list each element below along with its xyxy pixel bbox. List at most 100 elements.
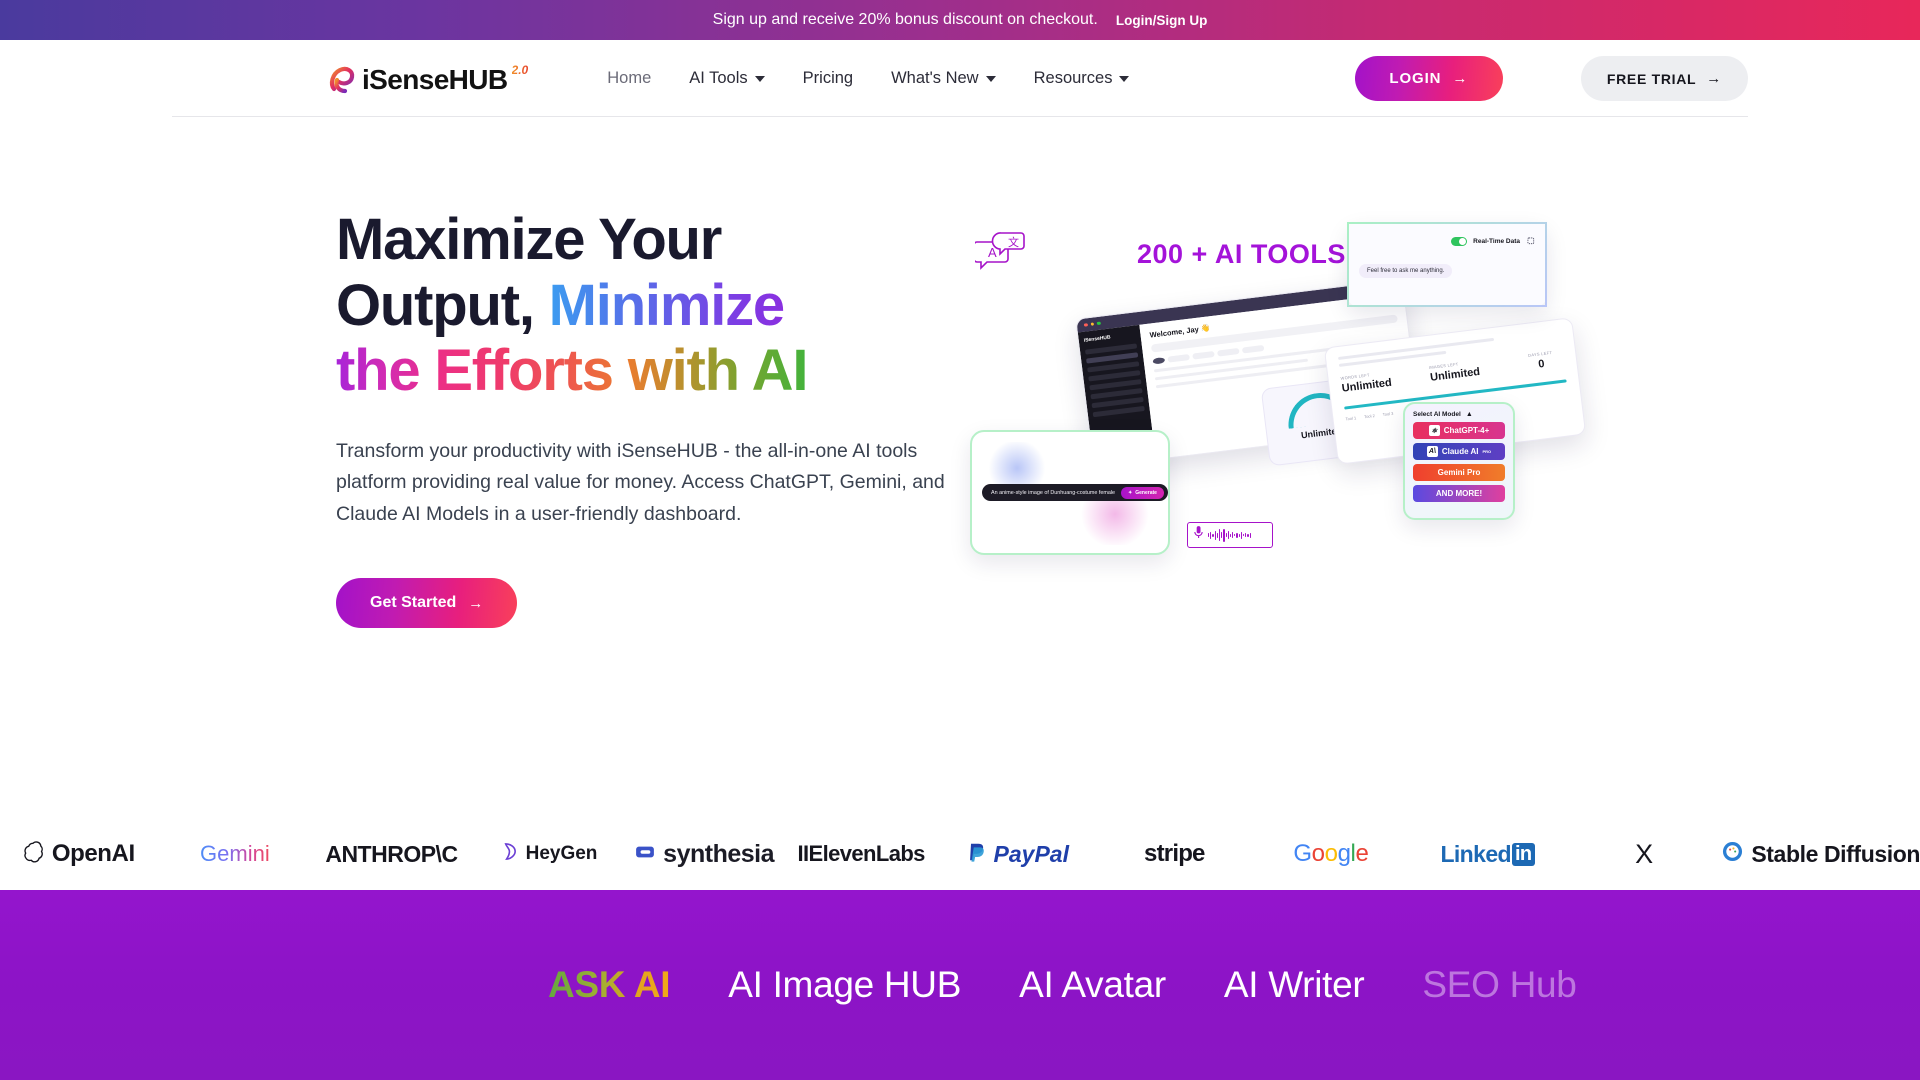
legend-item: Tool 2 bbox=[1363, 412, 1376, 420]
usage-metric-words: WORDS LEFT Unlimited bbox=[1340, 365, 1431, 394]
nav-item-whats-new[interactable]: What's New bbox=[891, 69, 996, 88]
dashboard-sidebar-logo: iSenseHUB bbox=[1083, 334, 1111, 344]
logo-stripe: stripe bbox=[1096, 840, 1253, 868]
prompt-bar[interactable]: An anime-style image of Dunhuang-costume… bbox=[982, 484, 1168, 501]
isensehub-logo-icon bbox=[327, 65, 357, 95]
linkedin-icon: in bbox=[1511, 842, 1535, 866]
main-nav: Home AI Tools Pricing What's New Resourc… bbox=[607, 69, 1130, 88]
logo-label: IIElevenLabs bbox=[797, 841, 926, 866]
realtime-title: Real-Time Data bbox=[1473, 237, 1520, 245]
chevron-down-icon bbox=[754, 75, 765, 82]
model-option-chatgpt[interactable]: ⚛ ChatGPT-4+ bbox=[1413, 422, 1505, 439]
logo-label: Linked in bbox=[1440, 840, 1535, 868]
free-trial-button[interactable]: FREE TRIAL → bbox=[1580, 56, 1748, 101]
select-ai-model-card: Select AI Model ▲ ⚛ ChatGPT-4+ A\ Claude… bbox=[1403, 402, 1515, 520]
usage-metric-days: DAYS LEFT 0 bbox=[1517, 349, 1565, 373]
pro-badge: PRO bbox=[1482, 449, 1492, 454]
nav-item-ai-tools[interactable]: AI Tools bbox=[689, 69, 765, 88]
logo-label: Google bbox=[1293, 840, 1369, 867]
get-started-label: Get Started bbox=[370, 594, 457, 612]
login-button-label: LOGIN bbox=[1389, 70, 1442, 87]
announcement-text: Sign up and receive 20% bonus discount o… bbox=[712, 11, 1098, 28]
realtime-toggle[interactable] bbox=[1451, 236, 1468, 246]
partner-logo-strip: OpenAI Gemini ANTHROP\C HeyGen synthesia… bbox=[0, 818, 1920, 890]
marquee-track: ASK AI AI Image HUB AI Avatar AI Writer … bbox=[0, 964, 1577, 1006]
page-title: Maximize Your Output, Minimize the Effor… bbox=[336, 207, 976, 404]
login-signup-link[interactable]: Login/Sign Up bbox=[1116, 13, 1207, 28]
hero-section: Maximize Your Output, Minimize the Effor… bbox=[0, 117, 1920, 629]
model-label: AND MORE! bbox=[1435, 489, 1483, 498]
nav-item-resources[interactable]: Resources bbox=[1034, 69, 1130, 88]
paypal-icon bbox=[967, 841, 986, 868]
marquee-item-seo-hub[interactable]: SEO Hub bbox=[1422, 964, 1577, 1006]
realtime-card-header: Real-Time Data bbox=[1359, 232, 1535, 250]
logo-version: 2.0 bbox=[511, 63, 529, 77]
microphone-icon bbox=[1193, 525, 1204, 545]
logo-x: X bbox=[1566, 839, 1723, 870]
header-actions: LOGIN → FREE TRIAL → bbox=[1354, 56, 1748, 101]
logo-stable-diffusion: Stable Diffusion bbox=[1722, 841, 1920, 868]
nav-label: What's New bbox=[891, 69, 979, 87]
chip bbox=[1192, 350, 1215, 360]
openai-icon: ⚛ bbox=[1428, 425, 1440, 436]
chevron-down-icon bbox=[1119, 75, 1130, 82]
logo-anthropic: ANTHROP\C bbox=[313, 841, 470, 868]
marquee-item-ask-ai[interactable]: ASK AI bbox=[548, 964, 671, 1006]
realtime-data-card: Real-Time Data Feel free to ask me anyth… bbox=[1347, 222, 1547, 307]
anthropic-icon: A\ bbox=[1426, 446, 1438, 457]
generate-label: Generate bbox=[1135, 489, 1157, 496]
model-option-more[interactable]: AND MORE! bbox=[1413, 485, 1505, 502]
logo-label: PayPal bbox=[993, 840, 1069, 867]
logo-label: OpenAI bbox=[51, 840, 135, 867]
nav-label: Resources bbox=[1033, 69, 1113, 87]
logo-heygen: HeyGen bbox=[470, 842, 627, 866]
model-label: ChatGPT-4+ bbox=[1443, 426, 1490, 435]
logo-label: Gemini bbox=[200, 841, 270, 866]
close-dot-icon bbox=[1083, 322, 1088, 327]
model-option-gemini[interactable]: Gemini Pro bbox=[1413, 464, 1505, 481]
logo[interactable]: iSenseHUB 2.0 bbox=[327, 62, 529, 95]
nav-label: AI Tools bbox=[689, 69, 748, 87]
stable-diffusion-icon bbox=[1722, 841, 1743, 867]
legend-item: Tool 3 bbox=[1382, 410, 1394, 417]
headline-minimize: Minimize bbox=[548, 272, 786, 338]
free-trial-button-label: FREE TRIAL bbox=[1606, 70, 1697, 87]
hero-description: Transform your productivity with iSenseH… bbox=[336, 439, 945, 525]
select-ai-model-header[interactable]: Select AI Model ▲ bbox=[1413, 411, 1505, 418]
chip bbox=[1241, 344, 1265, 354]
nav-item-home[interactable]: Home bbox=[607, 69, 651, 88]
translate-widget: A 文 bbox=[973, 232, 1025, 272]
linkedin-wordmark: Linked bbox=[1440, 840, 1511, 867]
assistant-message: Feel free to ask me anything. bbox=[1359, 264, 1453, 278]
image-generation-card: An anime-style image of Dunhuang-costume… bbox=[970, 430, 1170, 555]
generate-button[interactable]: ✦ Generate bbox=[1121, 486, 1164, 499]
sparkle-icon: ✦ bbox=[1128, 489, 1133, 496]
arrow-right-icon: → bbox=[1706, 70, 1722, 87]
logo-label: stripe bbox=[1144, 840, 1205, 867]
model-option-claude[interactable]: A\ Claude AI PRO bbox=[1413, 443, 1505, 460]
copy-icon[interactable] bbox=[1526, 232, 1535, 250]
svg-text:文: 文 bbox=[1008, 235, 1019, 249]
category-marquee: ASK AI AI Image HUB AI Avatar AI Writer … bbox=[0, 890, 1920, 1080]
logo-text: iSenseHUB bbox=[362, 64, 508, 95]
model-label: Claude AI bbox=[1441, 447, 1479, 456]
nav-item-pricing[interactable]: Pricing bbox=[803, 69, 853, 88]
nav-label: Home bbox=[607, 69, 652, 87]
sidebar-item bbox=[1092, 405, 1145, 418]
chip bbox=[1152, 357, 1166, 365]
marquee-item-ai-image-hub[interactable]: AI Image HUB bbox=[728, 964, 961, 1006]
get-started-button[interactable]: Get Started → bbox=[336, 578, 518, 629]
announcement-bar: Sign up and receive 20% bonus discount o… bbox=[0, 0, 1920, 40]
hero-copy: Maximize Your Output, Minimize the Effor… bbox=[336, 207, 976, 629]
marquee-item-ai-avatar[interactable]: AI Avatar bbox=[1019, 964, 1166, 1006]
marquee-item-ai-writer[interactable]: AI Writer bbox=[1224, 964, 1365, 1006]
logo-label: HeyGen bbox=[525, 843, 598, 864]
chip bbox=[1217, 347, 1240, 357]
arrow-right-icon: → bbox=[1452, 70, 1469, 87]
legend-item: Tool 1 bbox=[1345, 415, 1357, 422]
chevron-up-icon: ▲ bbox=[1465, 411, 1473, 418]
login-button[interactable]: LOGIN → bbox=[1354, 56, 1503, 101]
prompt-text: An anime-style image of Dunhuang-costume… bbox=[991, 489, 1116, 496]
minimize-dot-icon bbox=[1090, 322, 1095, 327]
logo-label: ANTHROP\C bbox=[325, 840, 458, 867]
